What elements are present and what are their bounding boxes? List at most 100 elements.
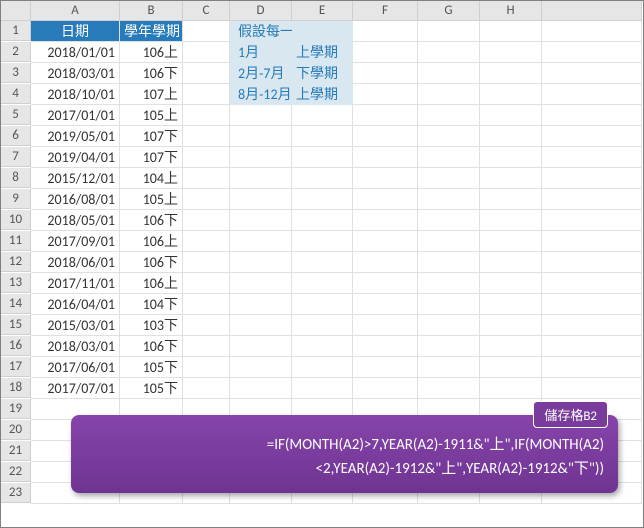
cell-F13[interactable]: [353, 273, 418, 294]
cell-G6[interactable]: [418, 126, 480, 147]
cell-G16[interactable]: [418, 336, 480, 357]
cell-B9[interactable]: 105上: [120, 189, 183, 210]
cell-C1[interactable]: [183, 21, 230, 42]
cell-G1[interactable]: [418, 21, 480, 42]
cell-H15[interactable]: [480, 315, 542, 336]
cell-E3[interactable]: 下學期: [292, 63, 353, 84]
cell-E4[interactable]: 上學期: [292, 84, 353, 105]
cell-D7[interactable]: [230, 147, 292, 168]
cell-A5[interactable]: 2017/01/01: [31, 105, 120, 126]
col-header-F[interactable]: F: [353, 1, 418, 21]
cell-A14[interactable]: 2016/04/01: [31, 294, 120, 315]
row-header-15[interactable]: 15: [1, 315, 31, 335]
row-header-6[interactable]: 6: [1, 126, 31, 146]
cell-F18[interactable]: [353, 378, 418, 399]
col-header-G[interactable]: G: [418, 1, 480, 21]
cell-D8[interactable]: [230, 168, 292, 189]
cell-I12[interactable]: [542, 252, 642, 273]
cell-B6[interactable]: 107下: [120, 126, 183, 147]
cell-B7[interactable]: 107下: [120, 147, 183, 168]
cell-C2[interactable]: [183, 42, 230, 63]
cell-G5[interactable]: [418, 105, 480, 126]
col-header-extra[interactable]: [542, 1, 642, 21]
cell-I7[interactable]: [542, 147, 642, 168]
row-header-18[interactable]: 18: [1, 378, 31, 398]
row-header-20[interactable]: 20: [1, 420, 31, 440]
cell-C8[interactable]: [183, 168, 230, 189]
cell-G11[interactable]: [418, 231, 480, 252]
cell-G12[interactable]: [418, 252, 480, 273]
cell-B15[interactable]: 103下: [120, 315, 183, 336]
cell-B13[interactable]: 106上: [120, 273, 183, 294]
cell-G18[interactable]: [418, 378, 480, 399]
cell-G15[interactable]: [418, 315, 480, 336]
cell-G14[interactable]: [418, 294, 480, 315]
cell-E1[interactable]: [292, 21, 353, 42]
cell-C5[interactable]: [183, 105, 230, 126]
cell-B5[interactable]: 105上: [120, 105, 183, 126]
cell-H10[interactable]: [480, 210, 542, 231]
cell-D15[interactable]: [230, 315, 292, 336]
cell-F15[interactable]: [353, 315, 418, 336]
row-header-23[interactable]: 23: [1, 483, 31, 503]
cell-F4[interactable]: [353, 84, 418, 105]
cell-C10[interactable]: [183, 210, 230, 231]
cell-F14[interactable]: [353, 294, 418, 315]
row-header-22[interactable]: 22: [1, 462, 31, 482]
cell-I16[interactable]: [542, 336, 642, 357]
row-header-5[interactable]: 5: [1, 105, 31, 125]
row-header-11[interactable]: 11: [1, 231, 31, 251]
cell-D18[interactable]: [230, 378, 292, 399]
cell-H14[interactable]: [480, 294, 542, 315]
cell-C12[interactable]: [183, 252, 230, 273]
cell-E9[interactable]: [292, 189, 353, 210]
cell-E2[interactable]: 上學期: [292, 42, 353, 63]
row-header-12[interactable]: 12: [1, 252, 31, 272]
cell-F12[interactable]: [353, 252, 418, 273]
cell-I14[interactable]: [542, 294, 642, 315]
cell-G17[interactable]: [418, 357, 480, 378]
cell-D2[interactable]: 1月: [230, 42, 292, 63]
cell-D12[interactable]: [230, 252, 292, 273]
cell-G4[interactable]: [418, 84, 480, 105]
cell-A15[interactable]: 2015/03/01: [31, 315, 120, 336]
row-header-7[interactable]: 7: [1, 147, 31, 167]
cell-H4[interactable]: [480, 84, 542, 105]
cell-F11[interactable]: [353, 231, 418, 252]
cell-B18[interactable]: 105下: [120, 378, 183, 399]
cell-A18[interactable]: 2017/07/01: [31, 378, 120, 399]
cell-C11[interactable]: [183, 231, 230, 252]
cell-E10[interactable]: [292, 210, 353, 231]
row-header-4[interactable]: 4: [1, 84, 31, 104]
cell-B1[interactable]: 學年學期: [120, 21, 183, 42]
cell-E16[interactable]: [292, 336, 353, 357]
cell-I17[interactable]: [542, 357, 642, 378]
row-header-2[interactable]: 2: [1, 42, 31, 62]
cell-A11[interactable]: 2017/09/01: [31, 231, 120, 252]
cell-E13[interactable]: [292, 273, 353, 294]
cell-F17[interactable]: [353, 357, 418, 378]
cell-E18[interactable]: [292, 378, 353, 399]
col-header-D[interactable]: D: [230, 1, 292, 21]
cell-B16[interactable]: 106下: [120, 336, 183, 357]
cell-H16[interactable]: [480, 336, 542, 357]
row-header-1[interactable]: 1: [1, 21, 31, 41]
cell-D17[interactable]: [230, 357, 292, 378]
cell-I6[interactable]: [542, 126, 642, 147]
row-header-14[interactable]: 14: [1, 294, 31, 314]
cell-D5[interactable]: [230, 105, 292, 126]
cell-G3[interactable]: [418, 63, 480, 84]
cell-B11[interactable]: 106上: [120, 231, 183, 252]
col-header-E[interactable]: E: [292, 1, 353, 21]
cell-C9[interactable]: [183, 189, 230, 210]
cell-H8[interactable]: [480, 168, 542, 189]
row-header-13[interactable]: 13: [1, 273, 31, 293]
cell-C14[interactable]: [183, 294, 230, 315]
cell-H2[interactable]: [480, 42, 542, 63]
cell-I10[interactable]: [542, 210, 642, 231]
cell-I15[interactable]: [542, 315, 642, 336]
cell-D11[interactable]: [230, 231, 292, 252]
cell-C7[interactable]: [183, 147, 230, 168]
cell-A10[interactable]: 2018/05/01: [31, 210, 120, 231]
row-header-17[interactable]: 17: [1, 357, 31, 377]
